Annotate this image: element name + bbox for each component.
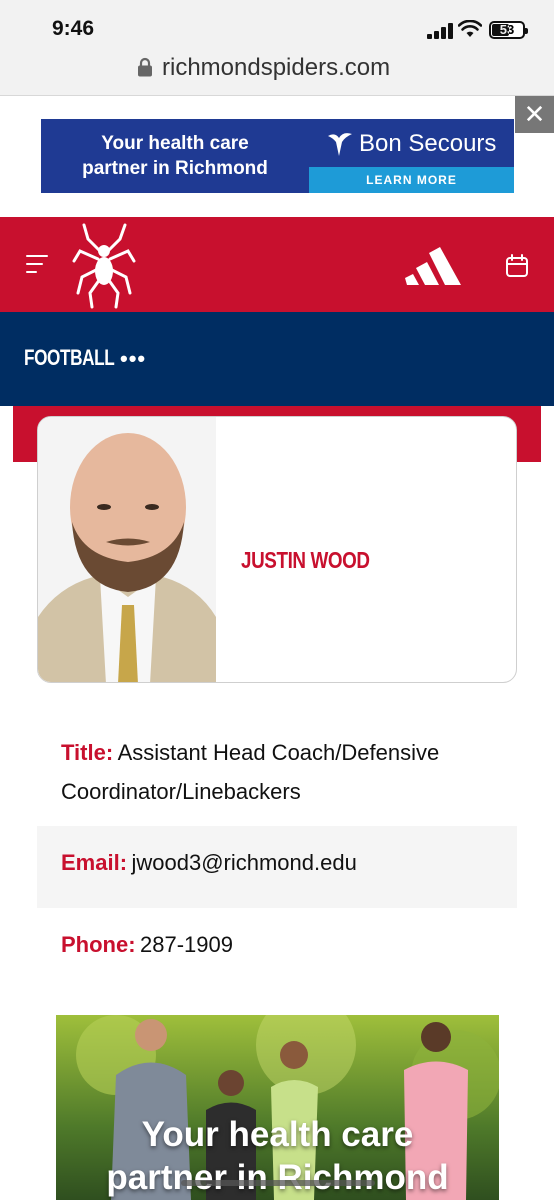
- phone-label: Phone:: [61, 932, 136, 957]
- adidas-logo-icon: [405, 247, 461, 285]
- clock: 9:46: [52, 17, 95, 40]
- site-header: [0, 217, 554, 312]
- top-ad-line1: Your health care: [101, 133, 249, 154]
- home-indicator[interactable]: [181, 1180, 375, 1186]
- bon-secours-logo-icon: [328, 133, 352, 156]
- cellular-signal-icon: [427, 23, 453, 39]
- sport-nav-bar: FOOTBALL •••: [0, 312, 554, 406]
- phone-value[interactable]: 287-1909: [140, 932, 233, 957]
- brand-name: Bon Secours: [359, 130, 497, 157]
- top-ad-text: Your health care partner in Richmond: [41, 131, 309, 181]
- ad-close-button[interactable]: ✕: [515, 96, 554, 133]
- battery-icon: 53: [489, 21, 528, 39]
- email-row: Email: jwood3@richmond.edu: [37, 826, 517, 908]
- lock-icon: [138, 57, 152, 77]
- title-label: Title:: [61, 740, 114, 765]
- title-value: Assistant Head Coach/Defensive Coordinat…: [61, 740, 440, 804]
- battery-percent: 53: [499, 22, 515, 37]
- more-menu-button[interactable]: •••: [120, 346, 146, 372]
- email-link[interactable]: jwood3@richmond.edu: [131, 850, 356, 875]
- status-bar: 9:46 53: [0, 0, 554, 48]
- learn-more-button[interactable]: LEARN MORE: [309, 167, 514, 193]
- calendar-icon[interactable]: [505, 254, 529, 278]
- bottom-ad-line2: partner in Richmond: [106, 1158, 449, 1197]
- url-text[interactable]: richmondspiders.com: [162, 54, 390, 82]
- email-label: Email:: [61, 850, 128, 875]
- wifi-icon: [458, 20, 482, 37]
- spider-logo-icon[interactable]: [70, 221, 138, 309]
- browser-address-bar[interactable]: richmondspiders.com: [0, 48, 554, 96]
- sport-menu-football[interactable]: FOOTBALL: [24, 345, 115, 371]
- bottom-ad-banner[interactable]: Your health care partner in Richmond: [56, 1015, 499, 1200]
- title-row: Title: Assistant Head Coach/Defensive Co…: [37, 735, 517, 813]
- menu-icon[interactable]: [26, 255, 50, 273]
- coach-profile-card: JUSTIN WOOD: [37, 416, 517, 683]
- coach-name: JUSTIN WOOD: [241, 547, 370, 573]
- top-ad-banner[interactable]: Your health care partner in Richmond Bon…: [41, 119, 514, 193]
- coach-photo: [38, 417, 216, 682]
- top-ad-line2: partner in Richmond: [82, 158, 268, 179]
- phone-row: Phone: 287-1909: [37, 932, 517, 958]
- bottom-ad-line1: Your health care: [141, 1115, 414, 1154]
